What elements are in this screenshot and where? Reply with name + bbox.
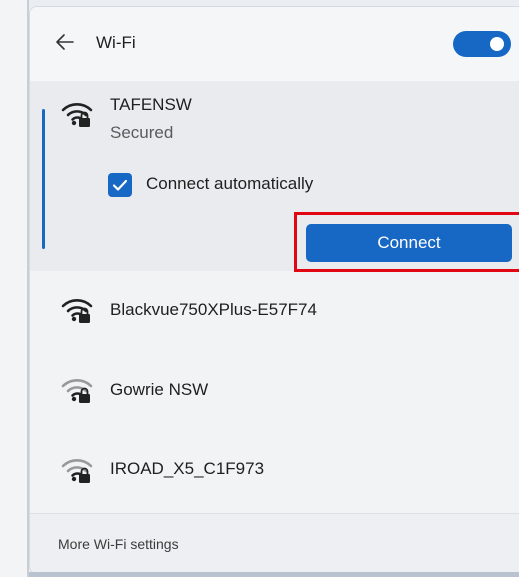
checkmark-icon xyxy=(112,179,128,191)
network-item[interactable]: Gowrie NSW xyxy=(30,349,519,427)
panel-shadow xyxy=(29,572,519,577)
connect-button[interactable]: Connect xyxy=(306,224,512,262)
connect-automatically-label: Connect automatically xyxy=(146,174,314,193)
wifi-toggle[interactable] xyxy=(453,31,511,57)
back-arrow-icon[interactable] xyxy=(54,31,76,53)
network-name: IROAD_X5_C1F973 xyxy=(110,459,265,478)
toggle-knob xyxy=(490,37,504,51)
network-item[interactable]: Blackvue750XPlus-E57F74 xyxy=(30,271,519,349)
more-wifi-settings-link[interactable]: More Wi-Fi settings xyxy=(58,536,179,552)
network-name: Blackvue750XPlus-E57F74 xyxy=(110,300,317,319)
selection-indicator xyxy=(42,109,45,249)
wifi-header: Wi-Fi xyxy=(30,7,519,81)
flyout-footer: More Wi-Fi settings xyxy=(30,513,519,573)
network-item[interactable]: IROAD_X5_C1F973 xyxy=(30,427,519,505)
page-title: Wi-Fi xyxy=(96,33,136,52)
background-window-edge xyxy=(0,0,29,577)
wifi-secured-icon xyxy=(61,299,93,323)
network-name: Gowrie NSW xyxy=(110,380,209,399)
wifi-secured-icon xyxy=(61,459,93,483)
wifi-secured-icon xyxy=(61,103,93,127)
network-item-expanded[interactable]: TAFENSW Secured Connect automatically Co… xyxy=(30,81,519,272)
wifi-flyout: Wi-Fi TAFENSW Secured Connect automatica… xyxy=(29,6,519,574)
connect-automatically-checkbox[interactable] xyxy=(108,173,132,197)
network-status: Secured xyxy=(110,123,174,142)
network-name: TAFENSW xyxy=(110,95,192,114)
wifi-secured-icon xyxy=(61,379,93,403)
